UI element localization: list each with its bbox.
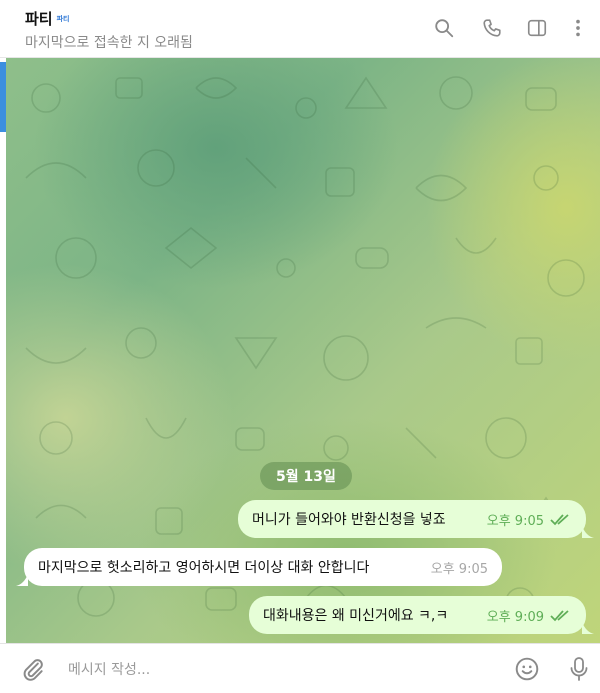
date-separator: 5월 13일 xyxy=(260,462,352,490)
double-check-icon xyxy=(550,513,569,525)
message-time: 오후 9:05 xyxy=(486,514,544,529)
bubble-tail xyxy=(582,526,594,538)
title-badge: 파티 xyxy=(56,15,70,23)
sidebar-toggle-button[interactable] xyxy=(523,14,551,42)
message-bubble-incoming[interactable]: 마지막으로 헛소리하고 영어하시면 더이상 대화 안합니다 오후 9:05 xyxy=(24,548,502,586)
paperclip-icon[interactable] xyxy=(20,656,46,682)
bubble-tail xyxy=(582,622,594,634)
chat-header: 파티 파티 마지막으로 접속한 지 오래됨 xyxy=(0,0,600,58)
telegram-window: 파티 파티 마지막으로 접속한 지 오래됨 5월 13일 머니가 들어와야 반환… xyxy=(0,0,600,693)
microphone-icon[interactable] xyxy=(567,655,591,683)
message-time: 오후 9:05 xyxy=(430,562,488,577)
more-vertical-icon xyxy=(576,19,580,37)
message-bubble-outgoing[interactable]: 대화내용은 왜 미신거에요 ㅋ,ㅋ 오후 9:09 xyxy=(249,596,586,634)
chat-title: 파티 xyxy=(25,10,53,28)
bubble-tail xyxy=(16,574,28,586)
chat-status: 마지막으로 접속한 지 오래됨 xyxy=(25,35,193,51)
message-text: 머니가 들어와야 반환신청을 넣죠 xyxy=(252,512,446,528)
message-meta: 오후 9:05 xyxy=(487,510,572,529)
double-check-icon xyxy=(550,609,569,621)
chat-title-row[interactable]: 파티 파티 xyxy=(25,8,70,29)
call-button[interactable] xyxy=(478,14,506,42)
message-time: 오후 9:09 xyxy=(486,610,544,625)
message-bubble-outgoing[interactable]: 머니가 들어와야 반환신청을 넣죠 오후 9:05 xyxy=(238,500,586,538)
message-composer xyxy=(0,643,600,693)
message-meta: 오후 9:09 xyxy=(487,606,572,625)
search-icon xyxy=(435,19,454,38)
search-button[interactable] xyxy=(430,14,458,42)
message-text: 마지막으로 헛소리하고 영어하시면 더이상 대화 안합니다 xyxy=(38,560,370,576)
phone-icon xyxy=(483,19,501,37)
emoji-icon[interactable] xyxy=(514,656,540,682)
message-text: 대화내용은 왜 미신거에요 ㅋ,ㅋ xyxy=(263,608,449,624)
message-meta: 오후 9:05 xyxy=(431,558,488,577)
more-button[interactable] xyxy=(564,14,592,42)
sidebar-toggle-icon xyxy=(527,19,547,37)
message-input[interactable] xyxy=(66,658,490,682)
